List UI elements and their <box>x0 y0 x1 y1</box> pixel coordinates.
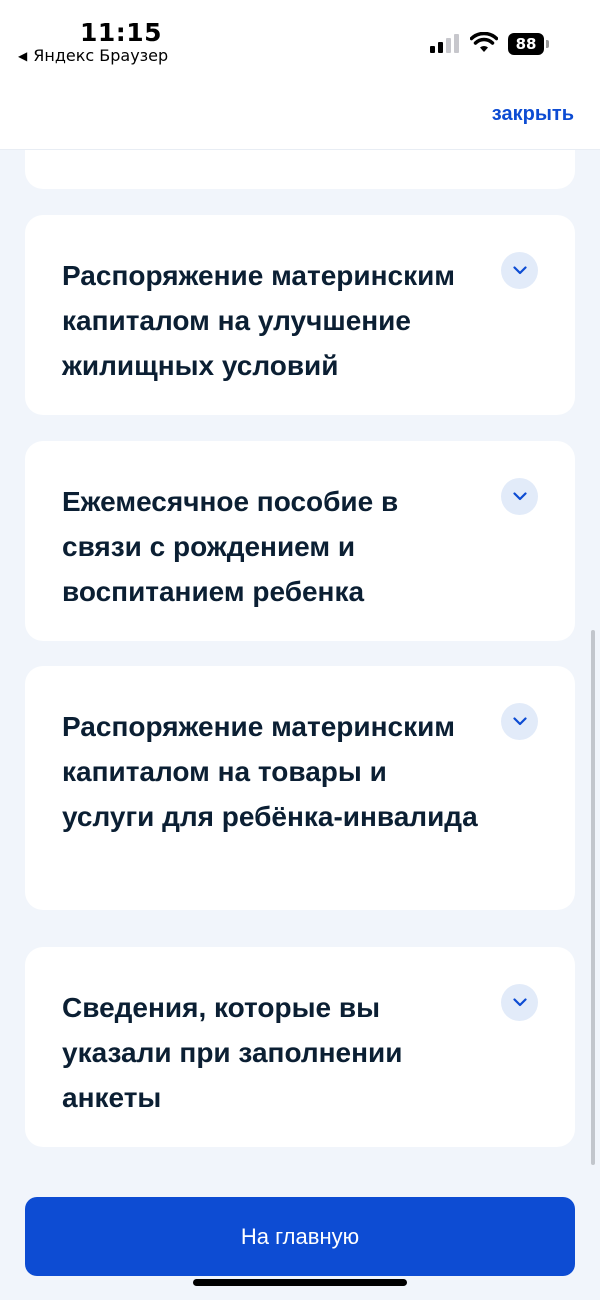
card-title: Ежемесячное пособие в связи с рождением … <box>62 486 399 607</box>
card-title: Распоряжение материнским капиталом на то… <box>62 711 478 832</box>
battery-cap <box>546 40 549 48</box>
previous-card-bottom <box>25 150 575 189</box>
accordion-card-questionnaire[interactable]: Сведения, которые вы указали при заполне… <box>25 947 575 1147</box>
top-bar: 11:15 ◀ Яндекс Браузер 88 закрыть <box>0 0 600 150</box>
home-button[interactable]: На главную <box>25 1197 575 1276</box>
back-to-app-link[interactable]: ◀ Яндекс Браузер <box>18 46 168 65</box>
chevron-down-icon[interactable] <box>501 252 538 289</box>
accordion-card-monthly-allowance[interactable]: Ежемесячное пособие в связи с рождением … <box>25 441 575 641</box>
battery-indicator: 88 <box>508 33 544 55</box>
back-triangle-icon: ◀ <box>18 48 28 63</box>
card-title: Сведения, которые вы указали при заполне… <box>62 992 403 1113</box>
chevron-down-icon[interactable] <box>501 703 538 740</box>
accordion-card-disabled-child[interactable]: Распоряжение материнским капиталом на то… <box>25 666 575 910</box>
status-time: 11:15 <box>80 18 163 47</box>
chevron-down-icon[interactable] <box>501 478 538 515</box>
accordion-card-housing[interactable]: Распоряжение материнским капиталом на ул… <box>25 215 575 415</box>
card-title: Распоряжение материнским капиталом на ул… <box>62 260 456 381</box>
home-indicator[interactable] <box>193 1279 407 1286</box>
close-link[interactable]: закрыть <box>492 103 574 126</box>
back-app-label: Яндекс Браузер <box>33 46 169 65</box>
chevron-down-icon[interactable] <box>501 984 538 1021</box>
wifi-icon <box>470 32 498 52</box>
cellular-signal-icon <box>430 33 459 53</box>
scrollbar[interactable] <box>591 630 595 1165</box>
